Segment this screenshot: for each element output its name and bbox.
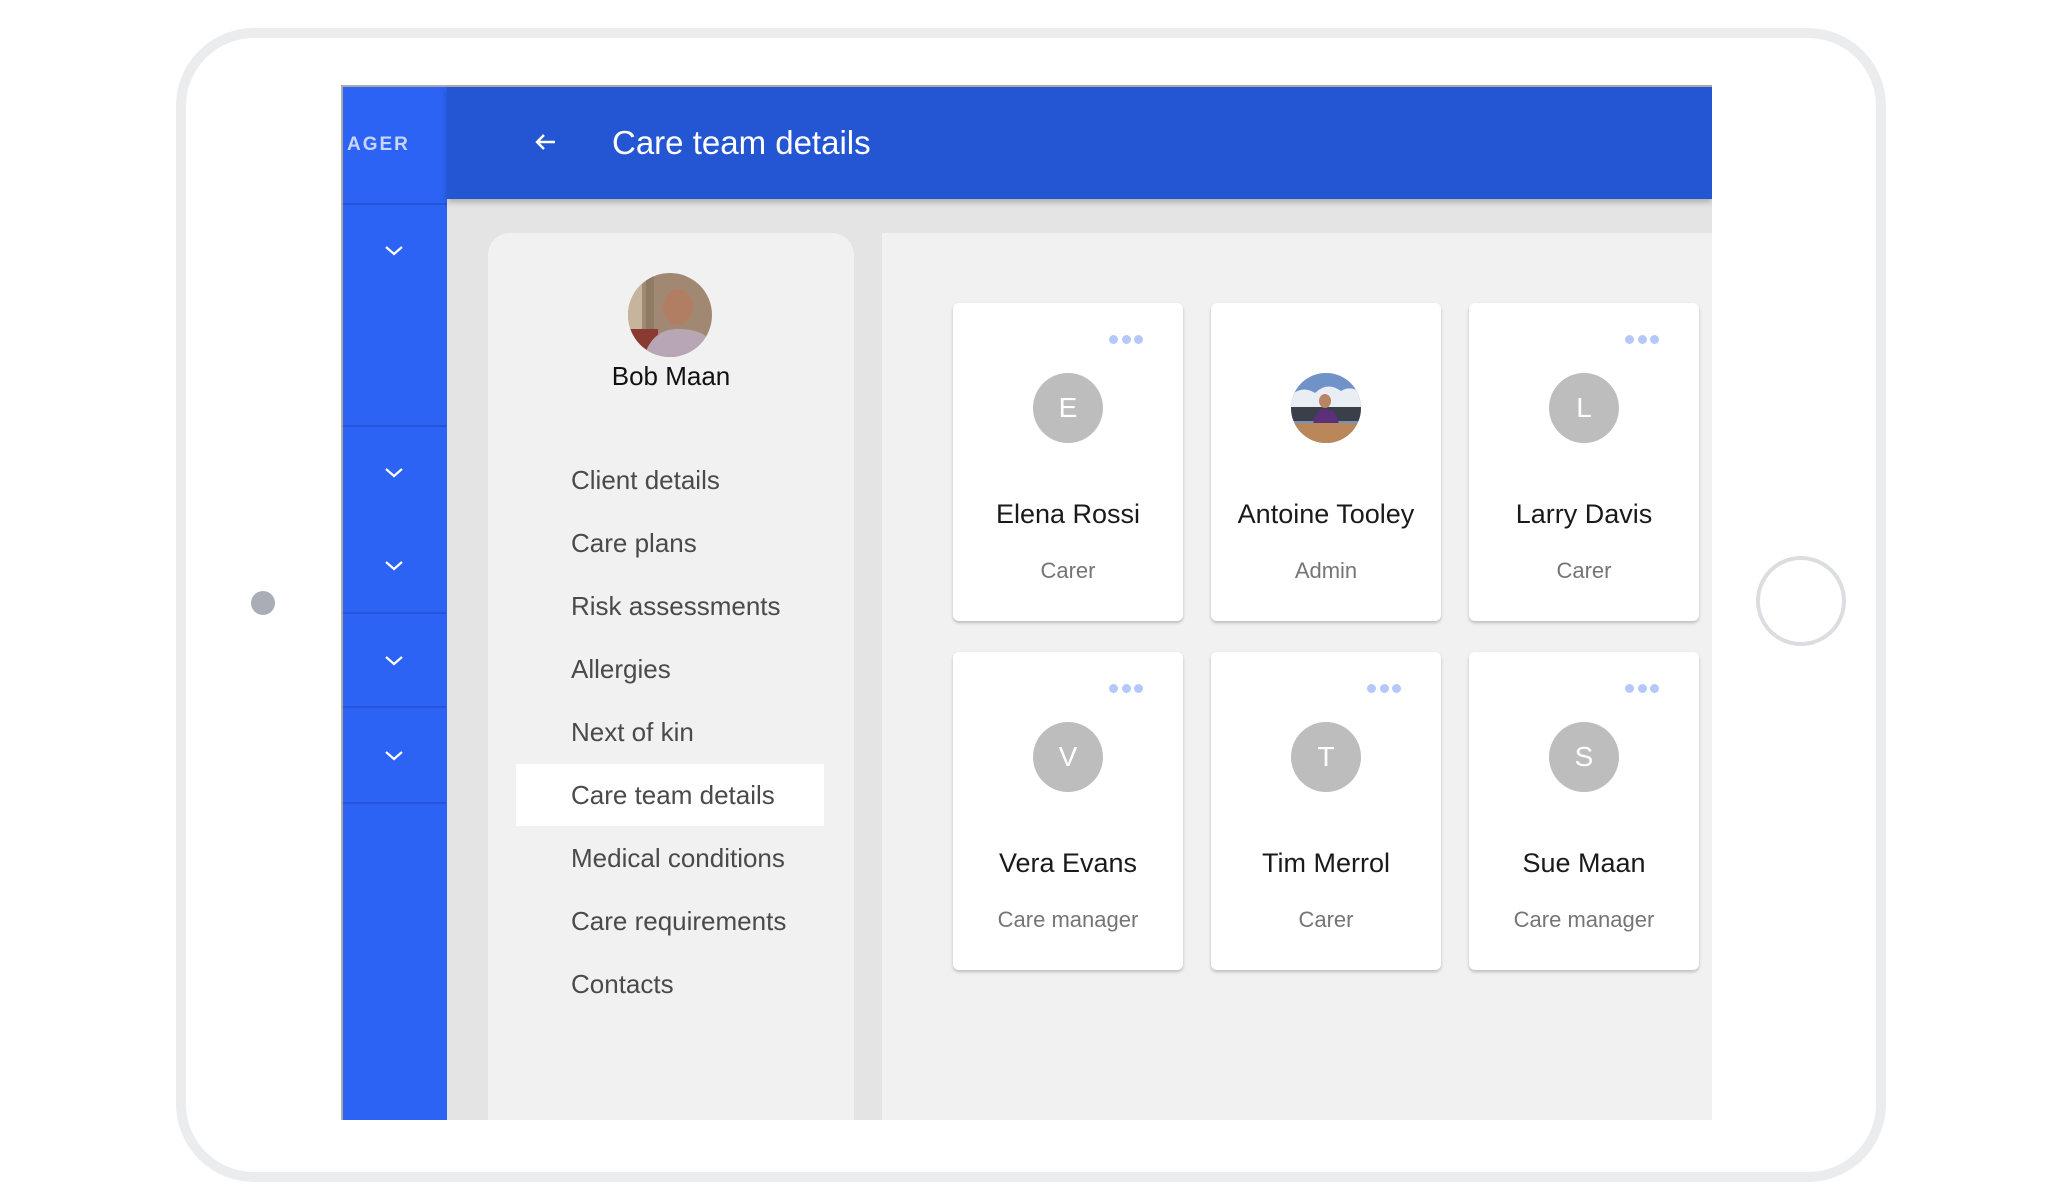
more-options-icon[interactable] <box>1625 333 1659 345</box>
more-options-icon[interactable] <box>1109 333 1143 345</box>
member-role: Carer <box>1298 907 1354 932</box>
sidebar: AGER <box>343 87 447 1120</box>
care-team-panel: E Elena Rossi Carer Antoine Tooley Admin… <box>882 233 1712 1120</box>
team-member-card[interactable]: S Sue Maan Care manager <box>1469 652 1699 970</box>
home-button[interactable] <box>1756 556 1846 646</box>
nav-item-care-requirements[interactable]: Care requirements <box>516 890 824 952</box>
nav-item-care-plans[interactable]: Care plans <box>516 512 824 574</box>
more-options-icon[interactable] <box>1109 682 1143 694</box>
nav-item-medical-conditions[interactable]: Medical conditions <box>516 827 824 889</box>
chevron-down-icon[interactable] <box>381 465 407 481</box>
team-member-card[interactable]: E Elena Rossi Carer <box>953 303 1183 621</box>
chevron-down-icon[interactable] <box>381 243 407 259</box>
brand-label: AGER <box>347 134 410 155</box>
member-name: Elena Rossi <box>995 499 1141 529</box>
avatar: T <box>1291 722 1361 792</box>
nav-item-risk-assessments[interactable]: Risk assessments <box>516 575 824 637</box>
more-options-icon[interactable] <box>1367 682 1401 694</box>
avatar: V <box>1033 722 1103 792</box>
sidebar-divider <box>343 802 447 804</box>
nav-item-contacts[interactable]: Contacts <box>516 953 824 1015</box>
member-name: Sue Maan <box>1522 848 1646 878</box>
chevron-down-icon[interactable] <box>381 748 407 764</box>
nav-item-next-of-kin[interactable]: Next of kin <box>516 701 824 763</box>
member-role: Care manager <box>997 907 1139 932</box>
member-role: Carer <box>1556 558 1612 583</box>
team-member-card[interactable]: L Larry Davis Carer <box>1469 303 1699 621</box>
member-role: Admin <box>1294 558 1358 583</box>
camera-icon <box>251 591 275 615</box>
nav-item-allergies[interactable]: Allergies <box>516 638 824 700</box>
app-header: Care team details <box>447 87 1712 199</box>
member-role: Carer <box>1040 558 1096 583</box>
more-options-icon[interactable] <box>1625 682 1659 694</box>
client-name: Bob Maan <box>611 361 731 391</box>
sidebar-divider <box>343 706 447 708</box>
member-role: Care manager <box>1513 907 1655 932</box>
team-member-card[interactable]: Antoine Tooley Admin <box>1211 303 1441 621</box>
team-member-card[interactable]: T Tim Merrol Carer <box>1211 652 1441 970</box>
client-avatar <box>628 273 712 357</box>
chevron-down-icon[interactable] <box>381 653 407 669</box>
app-screen: AGER Care team details Bob Maan Client d… <box>341 85 1712 1120</box>
sidebar-divider <box>343 203 447 205</box>
sidebar-divider <box>343 425 447 427</box>
member-name: Tim Merrol <box>1262 848 1390 878</box>
member-name: Antoine Tooley <box>1237 499 1415 529</box>
chevron-down-icon[interactable] <box>381 558 407 574</box>
team-member-card[interactable]: V Vera Evans Care manager <box>953 652 1183 970</box>
arrow-left-icon[interactable] <box>529 125 563 159</box>
nav-item-care-team-details[interactable]: Care team details <box>516 764 824 826</box>
avatar: S <box>1549 722 1619 792</box>
page-title: Care team details <box>612 124 871 161</box>
avatar: E <box>1033 373 1103 443</box>
sidebar-divider <box>343 612 447 614</box>
avatar: L <box>1549 373 1619 443</box>
avatar <box>1291 373 1361 443</box>
nav-item-client-details[interactable]: Client details <box>516 449 824 511</box>
member-name: Vera Evans <box>998 848 1138 878</box>
member-name: Larry Davis <box>1515 499 1653 529</box>
client-panel: Bob Maan Client details Care plans Risk … <box>488 233 854 1120</box>
